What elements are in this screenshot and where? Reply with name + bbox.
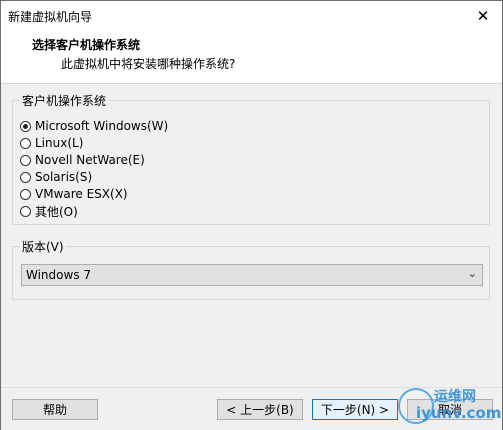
version-selected-value: Windows 7 <box>26 268 92 282</box>
wizard-header: 选择客户机操作系统 此虚拟机中将安装哪种操作系统? <box>1 30 502 84</box>
radio-label: Novell NetWare(E) <box>35 153 145 167</box>
radio-button-icon[interactable] <box>20 171 31 183</box>
title-bar[interactable]: 新建虚拟机向导 ✕ <box>1 1 502 30</box>
radio-button-checked-icon[interactable] <box>20 120 31 132</box>
radio-button-icon[interactable] <box>20 188 31 200</box>
radio-solaris[interactable]: Solaris(S) <box>20 169 92 185</box>
wizard-content: 客户机操作系统 Microsoft Windows(W) Linux(L) No… <box>1 84 502 387</box>
chevron-down-icon[interactable]: ⌄ <box>468 267 477 280</box>
page-title: 选择客户机操作系统 <box>32 38 141 52</box>
close-icon[interactable]: ✕ <box>470 5 496 27</box>
radio-button-icon[interactable] <box>20 154 31 166</box>
radio-label: Solaris(S) <box>35 170 93 184</box>
guest-os-group: 客户机操作系统 Microsoft Windows(W) Linux(L) No… <box>12 92 490 225</box>
back-button[interactable]: < 上一步(B) <box>217 399 303 420</box>
window-title: 新建虚拟机向导 <box>8 10 93 24</box>
radio-microsoft-windows[interactable]: Microsoft Windows(W) <box>20 118 168 134</box>
radio-linux[interactable]: Linux(L) <box>20 135 83 151</box>
version-group-label: 版本(V) <box>20 238 66 255</box>
cancel-button[interactable]: 取消 <box>407 399 493 420</box>
radio-button-icon[interactable] <box>20 137 31 149</box>
radio-label: Microsoft Windows(W) <box>35 119 169 133</box>
help-button[interactable]: 帮助 <box>12 399 98 420</box>
radio-novell-netware[interactable]: Novell NetWare(E) <box>20 152 145 168</box>
new-vm-wizard-window: 新建虚拟机向导 ✕ 选择客户机操作系统 此虚拟机中将安装哪种操作系统? 客户机操… <box>0 0 503 430</box>
version-group: 版本(V) Windows 7 ⌄ <box>12 238 490 300</box>
radio-label: VMware ESX(X) <box>35 187 128 201</box>
next-button[interactable]: 下一步(N) > <box>312 399 398 420</box>
radio-other[interactable]: 其他(O) <box>20 203 78 219</box>
guest-os-group-label: 客户机操作系统 <box>20 92 109 109</box>
version-dropdown[interactable]: Windows 7 ⌄ <box>21 264 483 286</box>
wizard-footer: 帮助 < 上一步(B) 下一步(N) > 取消 运维网 iyunv.com <box>1 387 502 430</box>
radio-label: Linux(L) <box>35 136 84 150</box>
page-subtitle: 此虚拟机中将安装哪种操作系统? <box>61 57 236 71</box>
radio-button-icon[interactable] <box>20 205 31 217</box>
radio-vmware-esx[interactable]: VMware ESX(X) <box>20 186 128 202</box>
radio-label: 其他(O) <box>35 204 78 219</box>
